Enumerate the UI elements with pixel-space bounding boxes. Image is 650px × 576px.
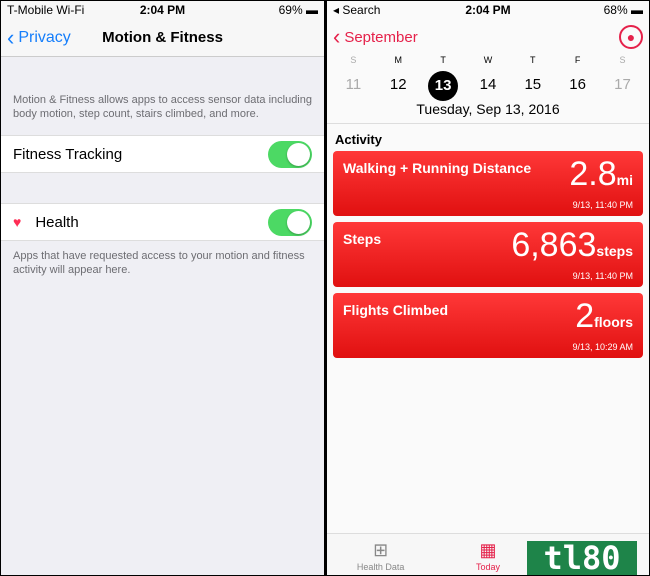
page-title: Motion & Fitness (102, 29, 223, 46)
weekday-label: T (530, 55, 536, 65)
fitness-tracking-label: Fitness Tracking (13, 145, 123, 163)
card-title: Flights Climbed (343, 302, 448, 318)
health-toggle[interactable] (268, 208, 312, 236)
value: 6,863 (511, 226, 597, 264)
grid-icon: ⊞ (373, 540, 389, 560)
card-value: 2floors (575, 297, 633, 336)
day-number: 17 (614, 76, 631, 93)
card-title: Steps (343, 231, 382, 247)
unit: mi (616, 172, 633, 188)
tab-label: Health Data (356, 562, 405, 572)
day-number: 13 (423, 71, 463, 101)
battery: 69% ▬ (278, 3, 318, 17)
card-date: 9/13, 10:29 AM (572, 342, 633, 352)
weekday-label: S (619, 55, 626, 65)
unit: steps (596, 243, 633, 259)
description: Motion & Fitness allows apps to access s… (13, 94, 312, 120)
card-title: Walking + Running Distance (343, 160, 532, 176)
weekday-label: W (483, 55, 493, 65)
nav-bar: ‹ Privacy Motion & Fitness (1, 19, 324, 57)
activity-card[interactable]: Walking + Running Distance 2.8mi 9/13, 11:… (333, 151, 643, 216)
clock: 2:04 PM (139, 3, 186, 17)
motion-fitness-screen: T-Mobile Wi-Fi 2:04 PM 69% ▬ ‹ Privacy Mo… (1, 1, 324, 575)
card-date: 9/13, 11:40 PM (572, 200, 633, 210)
day-number: 15 (524, 76, 542, 93)
day-15[interactable]: T 15 (513, 55, 553, 99)
nav-bar: ‹ September ● (327, 19, 649, 55)
back-to-search[interactable]: ◂ Search (333, 3, 380, 17)
day-11[interactable]: S 11 (333, 55, 373, 99)
tab-label: Today (475, 562, 500, 572)
carrier: T-Mobile Wi-Fi (7, 3, 85, 17)
fitness-tracking-row: Fitness Tracking (1, 135, 324, 173)
day-12[interactable]: M 12 (378, 55, 418, 99)
weekday-label: T (440, 55, 446, 65)
tab-today[interactable]: ▦ Today (434, 534, 541, 575)
calendar-icon: ▦ (479, 540, 497, 560)
chevron-left-icon: ‹ (333, 24, 341, 49)
weekday-label: M (394, 55, 403, 65)
watermark-logo: tl80 (527, 541, 637, 575)
section-title: Activity (335, 132, 382, 147)
week-strip: S 11 M 12 T 13 W 14 T 15 F 16 S 17 (327, 55, 649, 101)
health-row: ♥ Health (1, 203, 324, 241)
status-bar: T-Mobile Wi-Fi 2:04 PM 69% ▬ (1, 1, 324, 19)
health-today-screen: ◂ Search 2:04 PM 68% ▬ ‹ September ● S 11 M… (327, 1, 649, 575)
tab-health-data[interactable]: ⊞ Health Data (327, 534, 434, 575)
back-button[interactable]: ‹ Privacy (1, 25, 71, 51)
status-bar: ◂ Search 2:04 PM 68% ▬ (327, 1, 649, 19)
chevron-left-icon: ‹ (7, 24, 15, 50)
profile-icon[interactable]: ● (619, 25, 643, 49)
weekday-label: S (350, 55, 357, 65)
unit: floors (594, 314, 633, 330)
day-number: 11 (345, 76, 362, 93)
activity-card[interactable]: Flights Climbed 2floors 9/13, 10:29 AM (333, 293, 643, 358)
card-value: 6,863steps (511, 226, 633, 265)
battery: 68% ▬ (603, 3, 643, 17)
day-14[interactable]: W 14 (468, 55, 508, 99)
day-16[interactable]: F 16 (558, 55, 598, 99)
full-date: Tuesday, Sep 13, 2016 (327, 99, 649, 124)
value: 2.8 (569, 155, 617, 193)
card-value: 2.8mi (569, 155, 633, 194)
card-date: 9/13, 11:40 PM (572, 271, 633, 281)
day-number: 16 (569, 76, 586, 93)
footer-note: Apps that have requested access to your … (13, 250, 305, 276)
weekday-label: F (574, 55, 581, 65)
clock: 2:04 PM (465, 3, 511, 17)
value: 2 (575, 297, 595, 335)
fitness-tracking-toggle[interactable] (268, 140, 312, 168)
heart-icon: ♥ (13, 214, 22, 230)
back-button[interactable]: ‹ September (333, 24, 418, 50)
day-17[interactable]: S 17 (602, 55, 642, 99)
day-number: 12 (389, 76, 407, 93)
activity-card[interactable]: Steps 6,863steps 9/13, 11:40 PM (333, 222, 643, 287)
health-label: Health (35, 213, 79, 231)
day-13[interactable]: T 13 (423, 55, 463, 101)
day-number: 14 (479, 76, 497, 93)
